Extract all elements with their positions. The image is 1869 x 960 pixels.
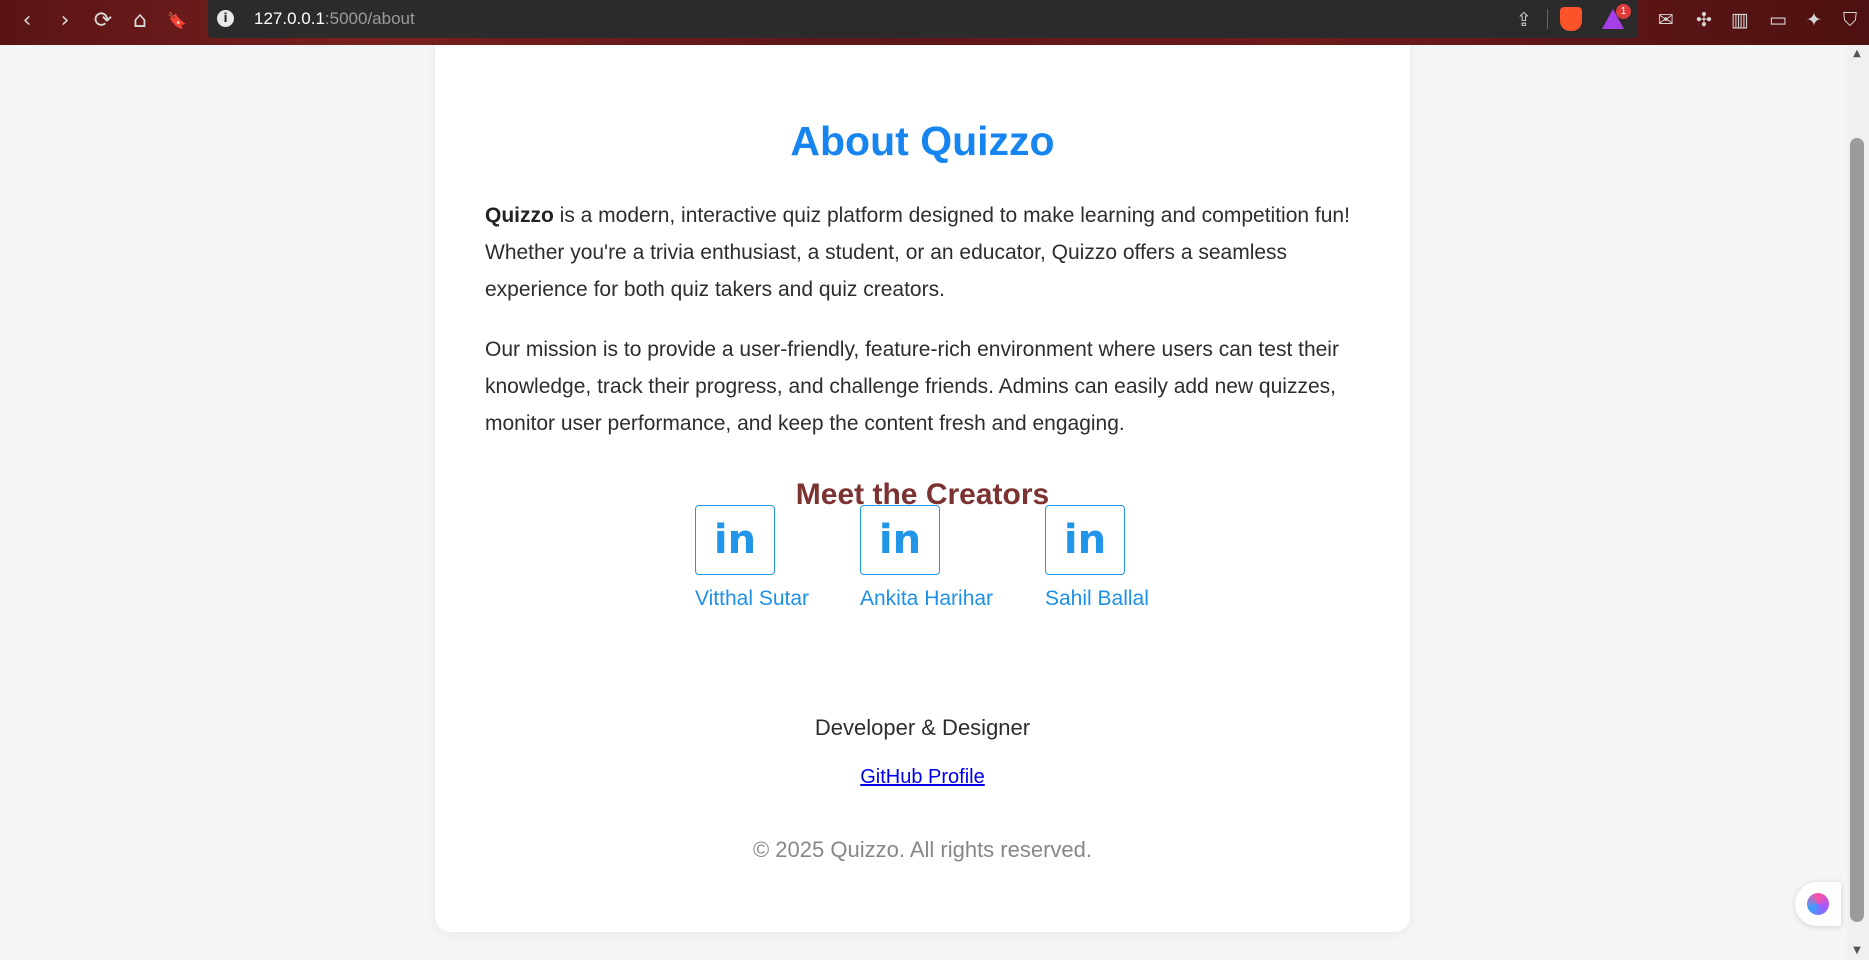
- creator-link-sahil[interactable]: in Sahil Ballal: [1045, 505, 1149, 611]
- mission-paragraph: Our mission is to provide a user-friendl…: [485, 338, 1339, 435]
- brave-shields-icon[interactable]: [1560, 7, 1582, 31]
- scroll-up-arrow-icon[interactable]: ▲: [1850, 48, 1864, 60]
- scrollbar-thumb[interactable]: [1850, 138, 1864, 922]
- sidebar-toggle-icon[interactable]: ▥: [1726, 6, 1754, 34]
- toolbar-divider: [1547, 9, 1548, 29]
- floating-assistant-button[interactable]: [1795, 882, 1841, 926]
- creator-name[interactable]: Ankita Harihar: [860, 587, 993, 611]
- rewards-badge: 1: [1616, 4, 1631, 19]
- intro-paragraph: Quizzo is a modern, interactive quiz pla…: [485, 197, 1355, 308]
- linkedin-icon[interactable]: in: [695, 505, 775, 575]
- wallet-icon[interactable]: ▭: [1764, 6, 1792, 34]
- brain-icon: [1807, 893, 1829, 915]
- reload-icon[interactable]: ⟳: [88, 6, 118, 34]
- home-icon[interactable]: ⌂: [125, 6, 155, 34]
- extension-mail-icon[interactable]: ✉: [1652, 6, 1680, 34]
- url-text[interactable]: 127.0.0.1:5000/about: [254, 9, 415, 29]
- bookmark-icon[interactable]: 🔖: [162, 6, 192, 34]
- browser-toolbar: ‹ › ⟳ ⌂ 🔖 i 127.0.0.1:5000/about ⇪ 1 ✉ ✣…: [0, 0, 1869, 45]
- linkedin-icon[interactable]: in: [1045, 505, 1125, 575]
- page-title: About Quizzo: [790, 118, 1055, 164]
- site-info-icon[interactable]: i: [217, 10, 234, 27]
- creator-name[interactable]: Vitthal Sutar: [695, 587, 809, 611]
- share-icon[interactable]: ⇪: [1510, 6, 1538, 34]
- creator-name[interactable]: Sahil Ballal: [1045, 587, 1149, 611]
- about-card: About Quizzo Quizzo is a modern, interac…: [435, 45, 1410, 932]
- github-link-container: GitHub Profile: [435, 766, 1410, 789]
- copyright-text: © 2025 Quizzo. All rights reserved.: [752, 837, 1093, 862]
- forward-icon[interactable]: ›: [50, 6, 80, 34]
- vpn-shield-icon[interactable]: ⛉: [1836, 6, 1864, 34]
- extensions-puzzle-icon[interactable]: ✣: [1690, 6, 1718, 34]
- creator-role: Developer & Designer: [814, 715, 1031, 740]
- creator-link-vitthal[interactable]: in Vitthal Sutar: [695, 505, 809, 611]
- linkedin-icon[interactable]: in: [860, 505, 940, 575]
- intro-text: is a modern, interactive quiz platform d…: [485, 204, 1350, 301]
- brand-name: Quizzo: [485, 204, 554, 227]
- back-icon[interactable]: ‹: [12, 6, 42, 34]
- scroll-down-arrow-icon[interactable]: ▼: [1850, 945, 1864, 957]
- github-profile-link[interactable]: GitHub Profile: [860, 766, 985, 788]
- address-bar[interactable]: i 127.0.0.1:5000/about: [208, 0, 1638, 38]
- leo-ai-icon[interactable]: ✦: [1800, 6, 1828, 34]
- creator-link-ankita[interactable]: in Ankita Harihar: [860, 505, 993, 611]
